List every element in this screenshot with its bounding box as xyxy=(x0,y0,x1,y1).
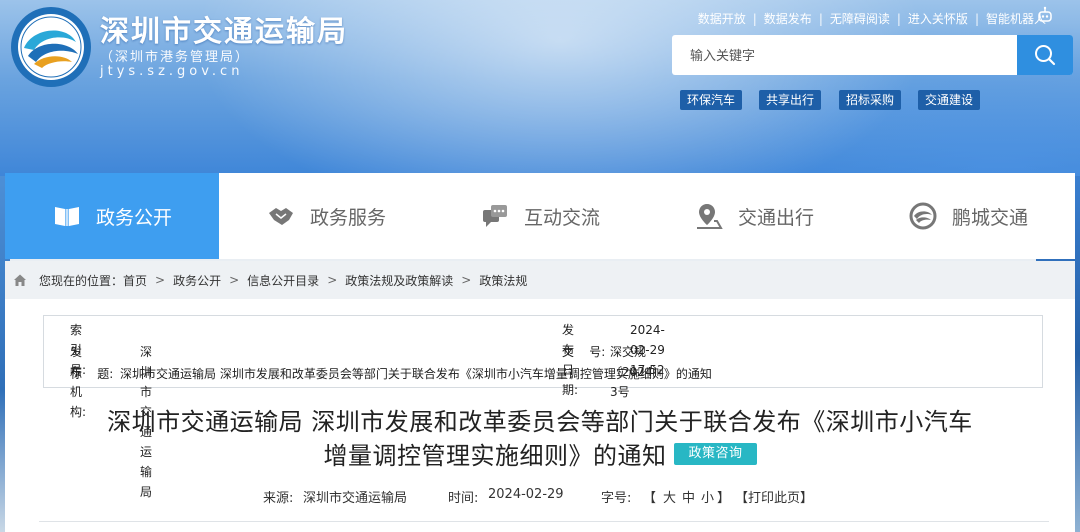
breadcrumb-separator: > xyxy=(327,273,338,287)
breadcrumb-separator: > xyxy=(155,273,166,287)
bureau-logo-icon[interactable] xyxy=(8,4,94,90)
divider: | xyxy=(974,11,979,26)
breadcrumb-prefix: 您现在的位置： xyxy=(39,273,124,288)
nav-interaction[interactable]: 互动交流 xyxy=(433,173,647,259)
handshake-icon xyxy=(268,208,293,225)
time-label: 时间: xyxy=(448,491,479,506)
main-nav: 政务公开 政务服务 互动交流 交通出行 鹏城交通 xyxy=(5,173,1075,259)
policy-consult-badge[interactable]: 政策咨询 xyxy=(674,443,757,465)
font-bracket-open: 【 xyxy=(643,491,657,506)
time-value: 2024-02-29 xyxy=(488,487,564,502)
search-box xyxy=(672,35,1073,75)
breadcrumb-separator: > xyxy=(461,273,472,287)
swirl-logo-icon xyxy=(909,202,937,230)
article-title-line: 深圳市交通运输局 深圳市发展和改革委员会等部门关于联合发布《深圳市小汽车 xyxy=(107,408,973,436)
divider xyxy=(39,521,1049,522)
site-domain: jtys.sz.gov.cn xyxy=(100,64,244,79)
nav-label: 互动交流 xyxy=(523,206,600,229)
breadcrumb-item[interactable]: 政策法规及政策解读 xyxy=(345,272,453,289)
divider: | xyxy=(896,11,901,26)
link-data-open[interactable]: 数据开放 xyxy=(698,10,746,27)
breadcrumb-item[interactable]: 政务公开 xyxy=(173,272,221,289)
meta-subject-value: 深圳市交通运输局 深圳市发展和改革委员会等部门关于联合发布《深圳市小汽车增量调控… xyxy=(120,367,712,381)
nav-government-affairs-open[interactable]: 政务公开 xyxy=(5,173,219,259)
hot-tag-construction[interactable]: 交通建设 xyxy=(918,90,981,110)
hot-tag-procurement[interactable]: 招标采购 xyxy=(839,90,902,110)
meta-label: 标 题: xyxy=(70,367,114,381)
document-meta-box: 索 引 号: 发布日期: 2024-02-29 17:52 发布机构: 深圳市交… xyxy=(43,315,1043,499)
font-bracket-close: 】 xyxy=(717,491,731,506)
article-title-line: 增量调控管理实施细则》的通知 xyxy=(323,442,667,470)
nav-government-service[interactable]: 政务服务 xyxy=(219,173,433,259)
nav-traffic-travel[interactable]: 交通出行 xyxy=(647,173,861,259)
home-icon xyxy=(14,274,26,286)
search-icon xyxy=(1035,45,1056,66)
divider: | xyxy=(818,11,823,26)
location-icon xyxy=(696,204,723,229)
breadcrumb: 您现在的位置： 首页 > 政务公开 > 信息公开目录 > 政策法规及政策解读 >… xyxy=(5,261,1075,299)
print-page-button[interactable]: 【打印此页】 xyxy=(735,487,813,506)
breadcrumb-home[interactable]: 首页 xyxy=(123,272,147,289)
source-label: 来源: xyxy=(263,491,294,506)
nav-label: 交通出行 xyxy=(737,206,814,229)
font-size-large[interactable]: 大 xyxy=(663,487,676,506)
breadcrumb-item[interactable]: 信息公开目录 xyxy=(247,272,319,289)
robot-icon[interactable] xyxy=(1036,6,1054,24)
hot-tag-eco-car[interactable]: 环保汽车 xyxy=(680,90,743,110)
search-button[interactable] xyxy=(1017,35,1073,75)
article-title: 深圳市交通运输局 深圳市发展和改革委员会等部门关于联合发布《深圳市小汽车 增量调… xyxy=(5,405,1075,473)
link-data-release[interactable]: 数据发布 xyxy=(764,10,812,27)
link-care-mode[interactable]: 进入关怀版 xyxy=(908,10,968,27)
article-title-line-2: 增量调控管理实施细则》的通知 政策咨询 xyxy=(5,439,1075,473)
font-size-small[interactable]: 小 xyxy=(701,487,714,506)
meta-label: 文 号: xyxy=(562,345,606,359)
breadcrumb-separator: > xyxy=(229,273,240,287)
site-subtitle: （深圳市港务管理局） xyxy=(100,50,251,65)
link-accessibility[interactable]: 无障碍阅读 xyxy=(830,10,890,27)
nav-label: 政务服务 xyxy=(309,206,386,229)
font-size-label: 字号: xyxy=(601,491,632,506)
nav-label: 鹏城交通 xyxy=(951,206,1028,229)
site-title[interactable]: 深圳市交通运输局 xyxy=(100,8,348,50)
nav-pengcheng-traffic[interactable]: 鹏城交通 xyxy=(861,173,1075,259)
source-value: 深圳市交通运输局 xyxy=(303,491,408,506)
search-input[interactable] xyxy=(672,35,1012,75)
article-content: 索 引 号: 发布日期: 2024-02-29 17:52 发布机构: 深圳市交… xyxy=(5,299,1075,532)
top-links: 数据开放 | 数据发布 | 无障碍阅读 | 进入关怀版 | 智能机器人 xyxy=(698,10,1046,27)
chat-icon xyxy=(482,205,507,227)
divider: | xyxy=(752,11,757,26)
hot-tag-shared-travel[interactable]: 共享出行 xyxy=(759,90,822,110)
breadcrumb-item[interactable]: 政策法规 xyxy=(479,272,527,289)
book-icon xyxy=(54,207,79,226)
nav-label: 政务公开 xyxy=(95,206,172,229)
font-size-medium[interactable]: 中 xyxy=(682,487,695,506)
